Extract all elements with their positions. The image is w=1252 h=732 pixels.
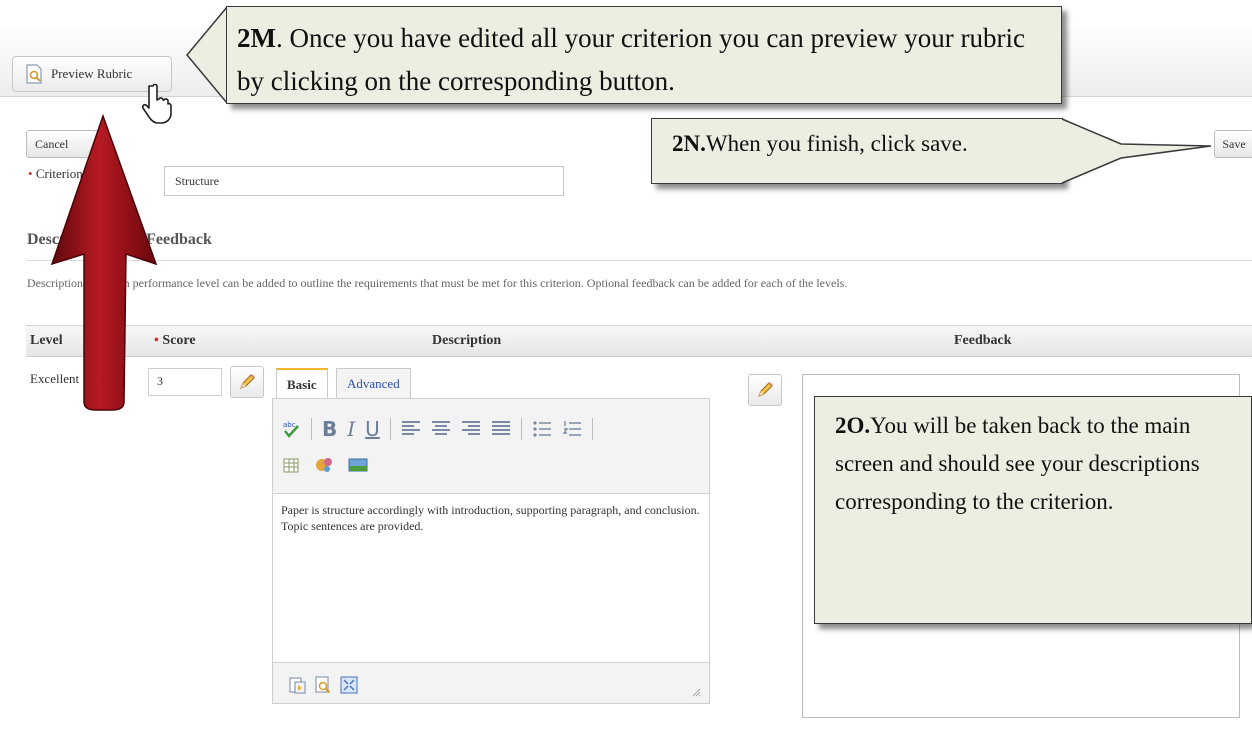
callout-2m-text: . Once you have edited all your criterio… (237, 23, 1025, 96)
callout-2n-text: When you finish, click save. (705, 131, 968, 156)
callout-2o-text: You will be taken back to the main scree… (835, 413, 1200, 514)
callout-2n-tag: 2N. (672, 131, 706, 156)
callout-2m: 2M. Once you have edited all your criter… (226, 6, 1062, 104)
callout-2o: 2O.You will be taken back to the main sc… (814, 396, 1252, 624)
callout-2n: 2N.When you finish, click save. (651, 118, 1063, 184)
callout-2o-tag: 2O. (835, 413, 871, 438)
callout-2m-tag: 2M (237, 23, 276, 53)
callout-2n-pointer (1061, 118, 1212, 184)
